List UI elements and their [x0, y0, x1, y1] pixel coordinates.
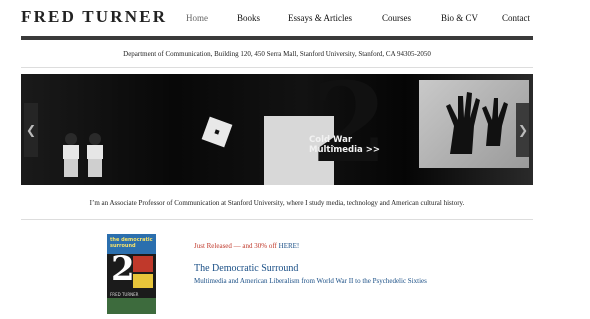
cover-red-block: [133, 256, 153, 272]
book-title-link[interactable]: The Democratic Surround: [194, 263, 298, 274]
hero-figures-image: [53, 129, 123, 185]
department-address: Department of Communication, Building 12…: [123, 50, 431, 58]
book-cover-image[interactable]: the democratic surround 2 FRED TURNER: [107, 234, 156, 314]
promo-link[interactable]: HERE!: [279, 242, 300, 250]
cover-title: the democratic surround: [110, 237, 153, 249]
book-subtitle: Multimedia and American Liberalism from …: [194, 277, 427, 285]
nav-contact[interactable]: Contact: [502, 13, 530, 23]
hero-numeral-image: 2: [311, 74, 388, 185]
cover-bottom-band: [107, 298, 156, 314]
nav-home[interactable]: Home: [186, 13, 208, 23]
nav-courses[interactable]: Courses: [382, 13, 411, 23]
header-divider: [21, 36, 533, 40]
bio-divider: [21, 219, 533, 220]
cover-numeral: 2: [111, 249, 135, 289]
hero-caption-line1: Cold War: [309, 135, 353, 145]
site-title[interactable]: FRED TURNER: [21, 7, 167, 27]
hero-caption-line2: Multimedia >>: [309, 145, 380, 155]
promo-text: Just Released — and 30% off: [194, 242, 279, 250]
hero-slideshow[interactable]: 2 Cold War Multimedia >> ❮ ❯: [21, 74, 533, 185]
hand-icon: [436, 86, 516, 156]
bio-statement: I’m an Associate Professor of Communicat…: [89, 199, 465, 207]
cover-author: FRED TURNER: [110, 292, 139, 297]
cover-yellow-block: [133, 274, 153, 288]
hero-caption-link[interactable]: Cold War Multimedia >>: [309, 135, 380, 155]
nav-books[interactable]: Books: [237, 13, 260, 23]
main-nav: Home Books Essays & Articles Courses Bio…: [186, 13, 533, 27]
nav-essays-articles[interactable]: Essays & Articles: [288, 13, 352, 23]
address-divider: [21, 67, 533, 68]
chevron-right-icon[interactable]: ❯: [516, 103, 530, 157]
promo-line: Just Released — and 30% off HERE!: [194, 242, 299, 250]
chevron-left-icon[interactable]: ❮: [24, 103, 38, 157]
nav-bio-cv[interactable]: Bio & CV: [441, 13, 478, 23]
